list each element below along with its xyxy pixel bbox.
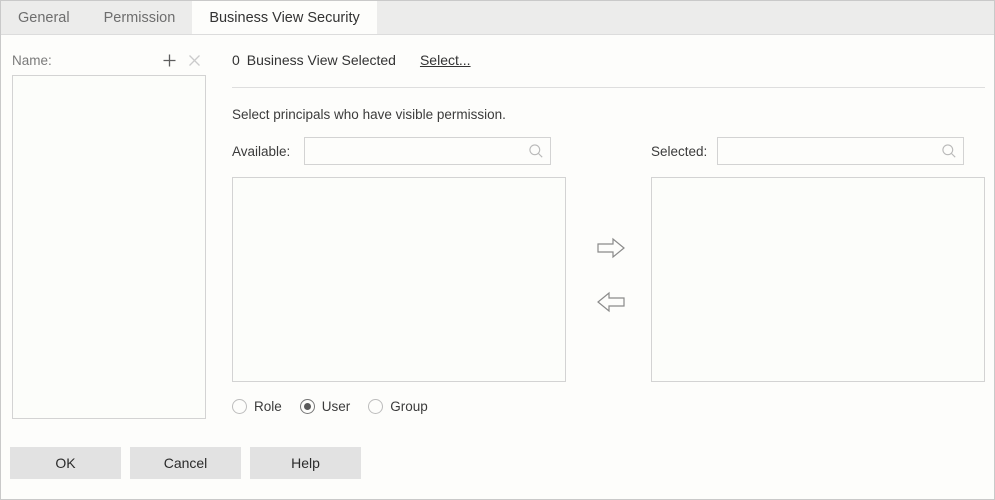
radio-role[interactable]: Role	[232, 399, 282, 414]
section-divider	[232, 87, 985, 88]
selected-label: Selected:	[651, 143, 708, 159]
tab-business-view-security-label: Business View Security	[209, 9, 360, 26]
selected-search-input[interactable]	[718, 138, 937, 164]
select-business-view-link[interactable]: Select...	[420, 52, 471, 68]
available-search-input[interactable]	[305, 138, 524, 164]
radio-user-label: User	[321, 399, 351, 414]
security-settings-panel: 0 Business View Selected Select... Selec…	[232, 47, 985, 414]
selected-search-row: Selected:	[651, 137, 964, 165]
radio-user[interactable]: User	[299, 399, 351, 414]
arrow-right-icon[interactable]	[593, 233, 629, 263]
radio-role-mark	[232, 399, 247, 414]
radio-group[interactable]: Group	[368, 399, 428, 414]
radio-role-label: Role	[254, 399, 282, 414]
help-button[interactable]: Help	[250, 447, 361, 479]
tab-general[interactable]: General	[1, 1, 87, 34]
radio-group-label: Group	[390, 399, 428, 414]
available-label: Available:	[232, 143, 291, 159]
selected-list[interactable]	[651, 177, 985, 382]
radio-user-mark	[299, 399, 315, 414]
name-header: Name:	[12, 47, 206, 73]
close-icon[interactable]	[184, 50, 204, 70]
tab-general-label: General	[18, 9, 70, 26]
plus-icon[interactable]	[159, 50, 179, 70]
search-icon[interactable]	[528, 143, 544, 159]
dialog-footer: OK Cancel Help	[10, 447, 370, 479]
business-view-security-dialog: General Permission Business View Securit…	[0, 0, 995, 500]
name-label: Name:	[12, 52, 52, 68]
business-view-summary: 0 Business View Selected Select...	[232, 47, 985, 73]
transfer-controls	[580, 233, 642, 317]
arrow-left-icon[interactable]	[593, 287, 629, 317]
name-listbox[interactable]	[12, 75, 206, 419]
search-icon[interactable]	[941, 143, 957, 159]
tab-permission-label: Permission	[103, 9, 176, 26]
selected-search-box[interactable]	[717, 137, 964, 165]
instruction-text: Select principals who have visible permi…	[232, 107, 506, 122]
tab-bar: General Permission Business View Securit…	[1, 1, 994, 35]
principal-type-radio-group: Role User Group	[232, 399, 446, 414]
tab-business-view-security[interactable]: Business View Security	[192, 1, 377, 34]
name-panel: Name:	[12, 47, 206, 419]
available-search-box[interactable]	[304, 137, 551, 165]
ok-button[interactable]: OK	[10, 447, 121, 479]
tab-permission[interactable]: Permission	[87, 1, 193, 34]
business-view-label: Business View Selected	[246, 52, 396, 68]
radio-group-mark	[368, 399, 384, 414]
available-search-row: Available:	[232, 137, 551, 165]
available-list[interactable]	[232, 177, 566, 382]
cancel-button[interactable]: Cancel	[130, 447, 241, 479]
business-view-count: 0	[232, 52, 240, 68]
